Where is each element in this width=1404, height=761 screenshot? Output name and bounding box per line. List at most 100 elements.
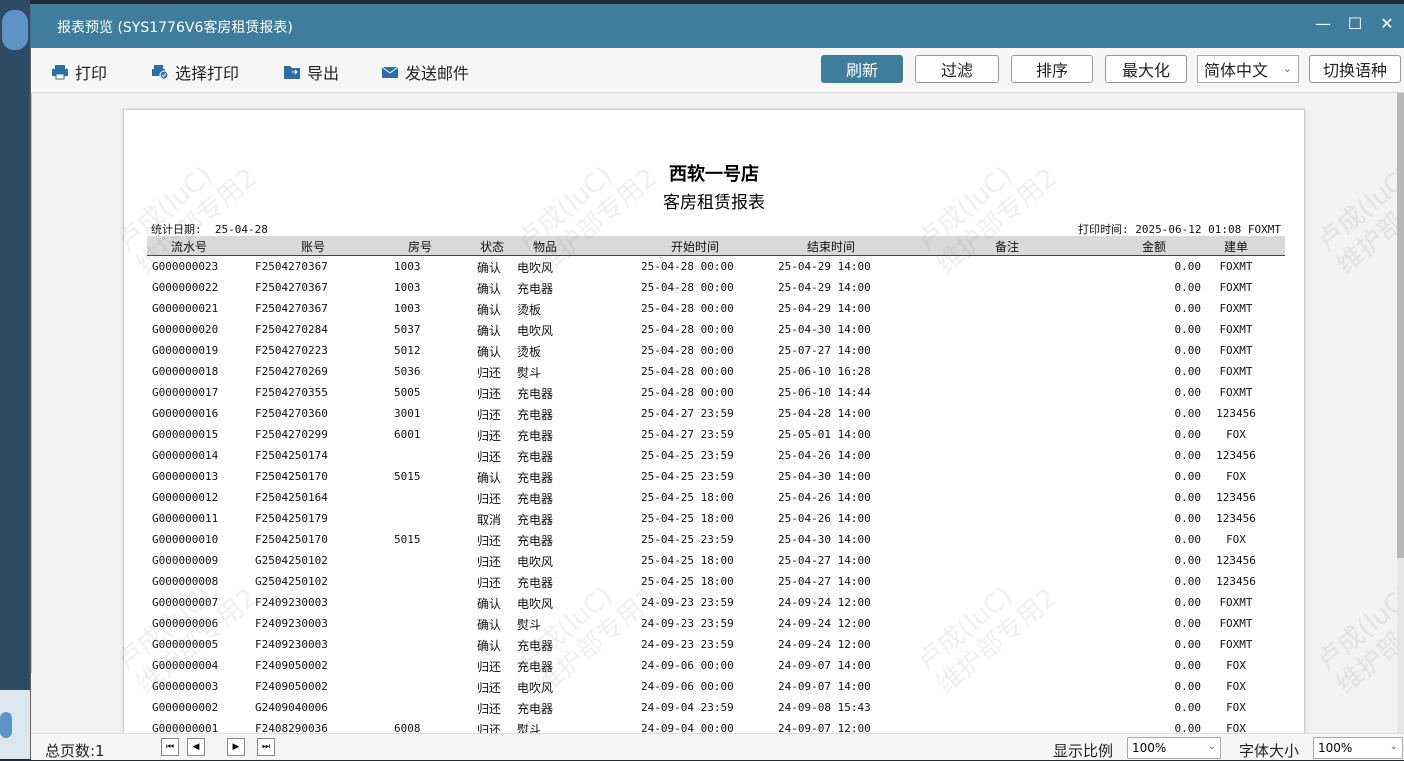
cell-status: 确认: [477, 639, 502, 653]
prev-page-button[interactable]: ◀: [187, 738, 205, 756]
scale-value: 100%: [1132, 741, 1167, 755]
table-row: G000000003 F2409050002 归还 电吹风 24-09-06 00:00…: [147, 676, 1285, 697]
cell-account: F2409230003: [255, 596, 328, 609]
cell-end-time: 25-04-30 14:00: [778, 533, 871, 546]
vertical-scrollbar[interactable]: [1397, 93, 1404, 733]
table-row: G000000018 F2504270269 5036 归还 熨斗 25-04-28 00…: [147, 361, 1285, 382]
filter-button[interactable]: 过滤: [915, 55, 999, 83]
report-page: 西软一号店 客房租赁报表 统计日期: 25-04-28 打印时间: 2025-0…: [112, 109, 1397, 733]
scrollbar-thumb[interactable]: [1397, 93, 1404, 558]
table-row: G000000017 F2504270355 5005 归还 充电器 25-04-28 0…: [147, 382, 1285, 403]
chevron-down-icon: ⌄: [1389, 741, 1398, 752]
font-size-label: 字体大小: [1239, 742, 1300, 760]
first-page-button[interactable]: ⏮: [161, 738, 179, 756]
cell-creator: 123456: [1216, 407, 1256, 420]
cell-item: 电吹风: [517, 261, 554, 275]
maximize-button[interactable]: 最大化: [1105, 55, 1187, 83]
font-size-select[interactable]: 100% ⌄: [1313, 737, 1403, 759]
cell-status: 确认: [477, 261, 502, 275]
table-row: G000000020 F2504270284 5037 确认 电吹风 25-04-28 0…: [147, 319, 1285, 340]
table-row: G000000011 F2504250179 取消 充电器 25-04-25 18:00…: [147, 508, 1285, 529]
print-label: 打印: [75, 64, 108, 83]
refresh-button[interactable]: 刷新: [821, 55, 903, 83]
export-button[interactable]: 导出: [283, 60, 339, 84]
cell-account: F2409230003: [255, 638, 328, 651]
cell-start-time: 25-04-28 00:00: [641, 302, 734, 315]
cell-creator: FOXMT: [1219, 260, 1253, 273]
cell-serial: G000000017: [152, 386, 219, 399]
cell-status: 归还: [477, 450, 502, 464]
title-bar[interactable]: 报表预览 (SYS1776V6客房租赁报表) — ☐ ✕: [31, 4, 1404, 48]
cell-item: 充电器: [517, 660, 554, 674]
minimize-icon[interactable]: —: [1311, 14, 1335, 33]
cell-account: F2504270367: [255, 281, 328, 294]
column-header-account: 账号: [300, 240, 325, 254]
report-title: 客房租赁报表: [663, 193, 765, 213]
background-desktop: [0, 0, 30, 759]
sort-button[interactable]: 排序: [1011, 55, 1093, 83]
chevron-down-icon: ⌄: [1282, 62, 1292, 75]
print-time: 打印时间: 2025-06-12 01:08 FOXMT: [1078, 223, 1281, 236]
cell-start-time: 25-04-25 18:00: [641, 575, 734, 588]
cell-end-time: 25-04-27 14:00: [778, 575, 871, 588]
close-icon[interactable]: ✕: [1375, 14, 1399, 33]
watermark: 卢成(luC) 维护部专用2: [1311, 580, 1397, 701]
cell-end-time: 24-09-08 15:43: [778, 701, 871, 714]
table-row: G000000019 F2504270223 5012 确认 烫板 25-04-28 00…: [147, 340, 1285, 361]
cell-item: 电吹风: [517, 597, 554, 611]
cell-account: F2504250170: [255, 533, 328, 546]
preview-area[interactable]: 西软一号店 客房租赁报表 统计日期: 25-04-28 打印时间: 2025-0…: [31, 93, 1397, 733]
first-page-icon: ⏮: [165, 742, 175, 752]
maximize-icon[interactable]: ☐: [1343, 14, 1367, 33]
table-row: G000000007 F2409230003 确认 电吹风 24-09-23 23:59…: [147, 592, 1285, 613]
cell-room: 6001: [394, 428, 421, 441]
cell-creator: FOXMT: [1219, 365, 1253, 378]
send-email-label: 发送邮件: [405, 64, 470, 83]
last-page-button[interactable]: ⏭: [257, 738, 275, 756]
table-row: G000000001 F2408290036 6008 归还 熨斗 24-09-04 00…: [147, 718, 1285, 733]
cell-amount: 0.00: [1174, 659, 1202, 672]
column-header-room: 房号: [407, 240, 432, 254]
export-label: 导出: [307, 64, 340, 83]
cell-creator: 123456: [1216, 554, 1256, 567]
column-header-end-time: 结束时间: [806, 240, 855, 254]
scale-select[interactable]: 100% ⌄: [1127, 737, 1221, 759]
export-icon: [284, 66, 300, 79]
cell-end-time: 25-05-01 14:00: [778, 428, 871, 441]
language-select[interactable]: 简体中文 ⌄: [1197, 55, 1299, 83]
cell-start-time: 24-09-04 23:59: [641, 701, 734, 714]
scale-label: 显示比例: [1053, 742, 1114, 760]
cell-end-time: 25-04-29 14:00: [778, 302, 871, 315]
cell-item: 电吹风: [517, 681, 554, 695]
select-print-button[interactable]: 选择打印: [151, 60, 239, 84]
cell-amount: 0.00: [1174, 386, 1202, 399]
cell-item: 充电器: [517, 492, 554, 506]
table-row: G000000005 F2409230003 确认 充电器 24-09-23 23:59…: [147, 634, 1285, 655]
cell-account: F2504250164: [255, 491, 328, 504]
cell-status: 取消: [477, 513, 502, 527]
chevron-down-icon: ⌄: [1207, 741, 1216, 752]
cell-amount: 0.00: [1174, 470, 1202, 483]
cell-amount: 0.00: [1174, 722, 1202, 733]
cell-amount: 0.00: [1174, 260, 1202, 273]
cell-amount: 0.00: [1174, 554, 1202, 567]
cell-serial: G000000020: [152, 323, 219, 336]
cell-item: 充电器: [517, 450, 554, 464]
cell-room: 1003: [394, 302, 421, 315]
print-button[interactable]: 打印: [51, 60, 107, 84]
watermark: 卢成(luC) 维护部专用2: [1311, 160, 1397, 281]
cell-item: 充电器: [517, 534, 554, 548]
cell-start-time: 24-09-23 23:59: [641, 617, 734, 630]
switch-language-button[interactable]: 切换语种: [1309, 55, 1401, 83]
cell-end-time: 25-04-29 14:00: [778, 281, 871, 294]
column-header-item: 物品: [532, 240, 557, 254]
status-bar: 总页数:1 ⏮ ◀ ▶ ⏭ 显示比例 100% ⌄ 字体大小 100% ⌄: [31, 733, 1404, 760]
next-page-button[interactable]: ▶: [227, 738, 245, 756]
cell-end-time: 25-04-28 14:00: [778, 407, 871, 420]
font-size-value: 100%: [1318, 741, 1353, 755]
column-header-status: 状态: [479, 240, 504, 254]
cell-status: 归还: [477, 723, 502, 733]
stat-date: 统计日期: 25-04-28: [151, 221, 268, 237]
send-email-button[interactable]: 发送邮件: [381, 60, 469, 84]
cell-room: 5012: [394, 344, 421, 357]
